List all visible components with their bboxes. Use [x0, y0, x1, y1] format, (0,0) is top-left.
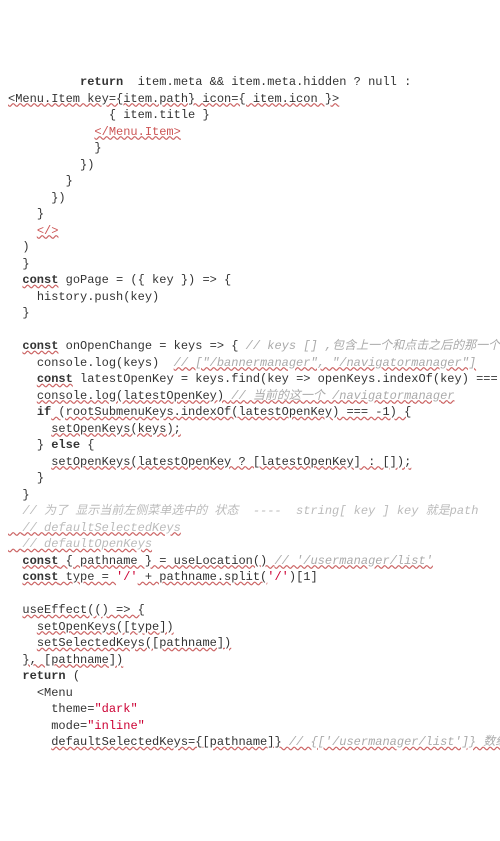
ln: } [8, 257, 30, 271]
ln: } [8, 174, 73, 188]
code-block: return item.meta && item.meta.hidden ? n… [8, 74, 492, 751]
ln: const type = '/' + pathname.split('/')[1… [8, 570, 318, 584]
ln: } [8, 141, 102, 155]
ln: { item.title } [8, 108, 210, 122]
ln: setOpenKeys(keys); [8, 422, 181, 436]
ln: useEffect(() => { [8, 603, 145, 617]
ln: mode="inline" [8, 719, 145, 733]
ln: console.log(latestOpenKey) // 当前的这一个 /na… [8, 389, 454, 403]
ln: return ( [8, 669, 80, 683]
ln: const { pathname } = useLocation() // '/… [8, 554, 433, 568]
ln: const onOpenChange = keys => { // keys [… [8, 339, 500, 353]
ln: // defaultSelectedKeys [8, 521, 181, 535]
ln: </Menu.Item> [8, 125, 181, 139]
ln: // 为了 显示当前左侧菜单选中的 状态 ---- string[ key ] … [8, 504, 478, 518]
ln: } [8, 488, 30, 502]
ln: if (rootSubmenuKeys.indexOf(latestOpenKe… [8, 405, 411, 419]
ln: </> [8, 224, 58, 238]
ln: defaultSelectedKeys={[pathname]} // {['/… [8, 735, 500, 749]
ln: }) [8, 158, 94, 172]
ln: } [8, 207, 44, 221]
ln: setSelectedKeys([pathname]) [8, 636, 231, 650]
ln: // defaultOpenKeys [8, 537, 152, 551]
ln: }) [8, 191, 66, 205]
ln: }, [pathname]) [8, 653, 123, 667]
ln: const goPage = ({ key }) => { [8, 273, 231, 287]
ln: <Menu [8, 686, 73, 700]
ln: theme="dark" [8, 702, 138, 716]
ln: <Menu.Item key={item.path} icon={ item.i… [8, 92, 339, 106]
ln: ) [8, 240, 30, 254]
ln: setOpenKeys(latestOpenKey ? [latestOpenK… [8, 455, 411, 469]
ln: const latestOpenKey = keys.find(key => o… [8, 372, 500, 386]
ln: } [8, 306, 30, 320]
ln: } else { [8, 438, 94, 452]
ln: setOpenKeys([type]) [8, 620, 174, 634]
ln: return item.meta && item.meta.hidden ? n… [8, 75, 411, 89]
ln: console.log(keys) // ["/bannermanager", … [8, 356, 476, 370]
ln: history.push(key) [8, 290, 159, 304]
ln: } [8, 471, 44, 485]
